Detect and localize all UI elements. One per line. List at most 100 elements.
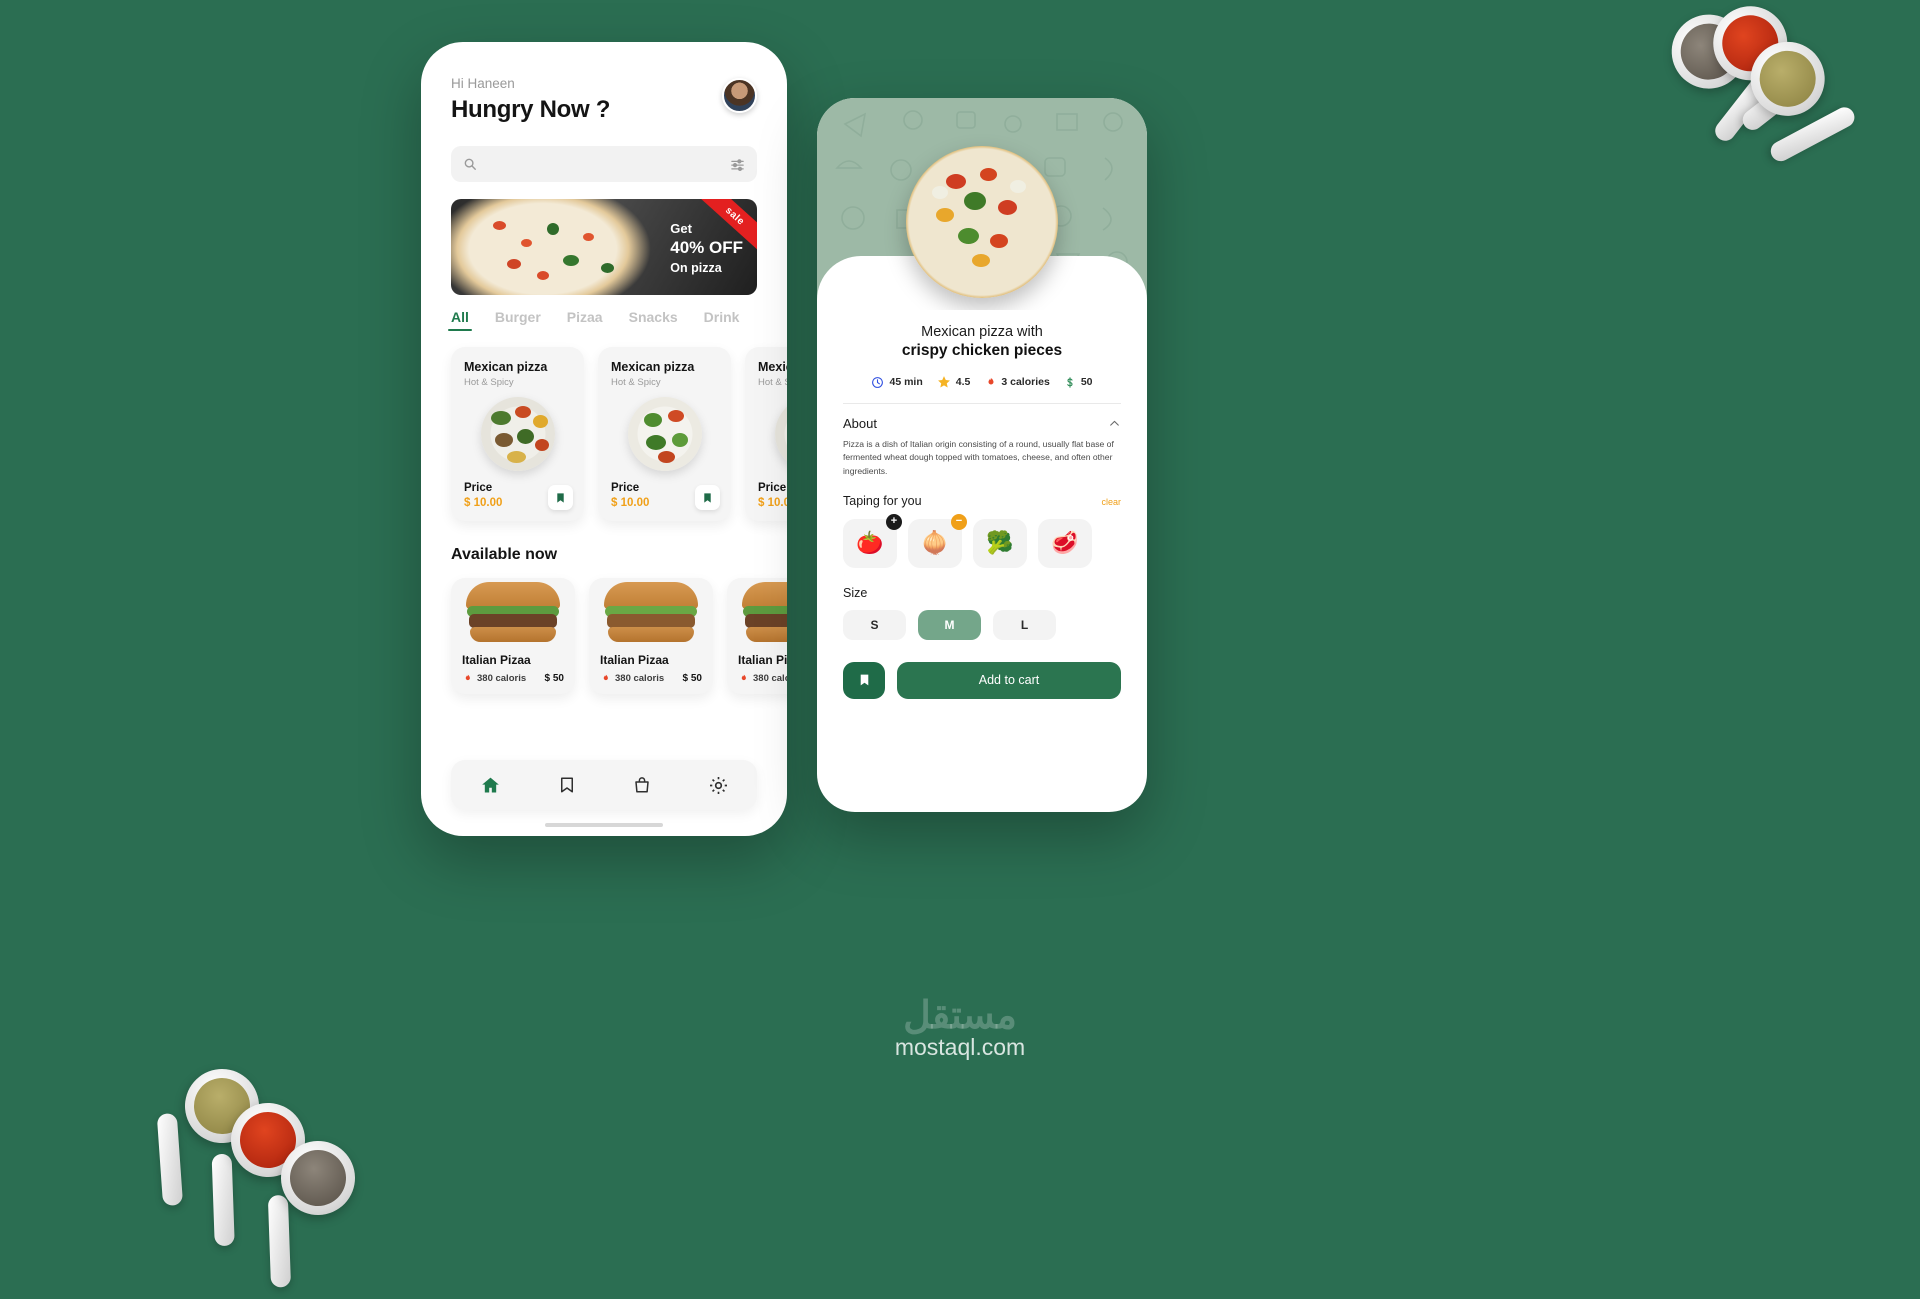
spoon-pepper — [1661, 4, 1784, 145]
topping-meat[interactable]: 🥩 — [1038, 518, 1092, 568]
available-carousel[interactable]: Italian Pizaa 380 caloris $ 50 Italian P… — [451, 578, 787, 694]
food-card-title: Mexican pizza — [758, 360, 787, 374]
bookmark-icon — [860, 675, 868, 686]
tab-drink[interactable]: Drink — [704, 309, 740, 331]
filter-sliders-icon[interactable] — [730, 157, 745, 172]
tomato-icon: 🍅 — [856, 530, 884, 556]
add-topping-badge[interactable]: + — [886, 513, 902, 530]
available-card-title: Italian Pizaa — [462, 653, 531, 667]
spoon-paprika — [1707, 0, 1824, 134]
detail-body: Mexican pizza with crispy chicken pieces… — [817, 324, 1147, 699]
available-card-price: $ 50 — [544, 673, 564, 684]
food-card-title: Mexican pizza — [464, 360, 548, 374]
available-card-calories: 380 caloris — [477, 673, 527, 684]
size-option-m[interactable]: M — [918, 609, 981, 640]
available-card-title: Italian Pizaa — [738, 653, 787, 667]
food-card[interactable]: Mexican pizza Hot & Spicy Price $ 10.00 — [451, 347, 584, 521]
home-indicator — [545, 823, 663, 827]
available-card-meta: 380 caloris $ 50 — [462, 673, 564, 684]
bookmark-icon — [704, 492, 711, 503]
phone-home-screen: Hi Haneen Hungry Now ? Get 40% OFF On pi… — [421, 42, 787, 836]
food-card[interactable]: Mexican pizza Hot & Spicy Price $ 10.00 — [598, 347, 731, 521]
available-card-meta: 380 caloris $ 50 — [600, 673, 702, 684]
promo-line-3: On pizza — [670, 261, 722, 275]
bookmark-button[interactable] — [695, 485, 720, 510]
food-card-subtitle: Hot & Spicy — [464, 377, 514, 388]
bookmark-icon[interactable] — [558, 775, 576, 795]
available-card-meta: 380 caloris $ 50 — [738, 673, 787, 684]
tab-snacks[interactable]: Snacks — [629, 309, 678, 331]
gear-icon[interactable] — [708, 775, 729, 796]
food-card-subtitle: Hot & Spicy — [758, 377, 787, 388]
food-card-image — [480, 397, 555, 471]
canvas: Hi Haneen Hungry Now ? Get 40% OFF On pi… — [0, 0, 1920, 1288]
available-card-price: $ 50 — [682, 673, 702, 684]
tab-burger[interactable]: Burger — [495, 309, 541, 331]
avatar[interactable] — [722, 78, 757, 113]
available-card[interactable]: Italian Pizaa 380 caloris $ 50 — [451, 578, 575, 694]
greeting-text: Hi Haneen — [451, 76, 515, 91]
flame-icon — [603, 674, 608, 681]
detail-footer: Add to cart — [843, 661, 1121, 699]
dollar-icon — [1067, 376, 1073, 388]
available-card-calories: 380 caloris — [753, 673, 787, 684]
category-tabs: All Burger Pizaa Snacks Drink — [448, 309, 757, 331]
flame-icon — [988, 377, 994, 384]
tab-all[interactable]: All — [448, 309, 472, 331]
spoon-paprika-2 — [211, 1095, 313, 1247]
promo-banner[interactable]: Get 40% OFF On pizza sale — [451, 199, 757, 295]
onion-icon: 🧅 — [921, 530, 949, 556]
food-card-price: $ 10.00 — [758, 497, 787, 509]
save-button[interactable] — [843, 661, 885, 699]
search-icon — [464, 158, 476, 170]
flame-icon — [465, 674, 470, 681]
bookmark-button[interactable] — [548, 485, 573, 510]
watermark-arabic: مستقل — [903, 995, 1017, 1037]
tab-pizaa[interactable]: Pizaa — [567, 309, 603, 331]
add-to-cart-button[interactable]: Add to cart — [897, 661, 1121, 699]
available-card-image — [727, 582, 787, 644]
size-option-l[interactable]: L — [993, 609, 1056, 640]
bottom-tabbar — [451, 760, 757, 810]
food-card-price-label: Price — [758, 482, 787, 494]
meta-calories-value: 3 calories — [1001, 376, 1050, 388]
food-cards-carousel[interactable]: Mexican pizza Hot & Spicy Price $ 10.00 — [451, 347, 787, 521]
about-header[interactable]: About — [843, 416, 1121, 431]
size-option-s[interactable]: S — [843, 609, 906, 640]
star-icon — [937, 376, 950, 388]
food-card[interactable]: Mexican pizza Hot & Spicy Price $ 10.00 — [745, 347, 787, 521]
divider — [843, 403, 1121, 404]
dish-title-line-2: crispy chicken pieces — [901, 342, 1063, 359]
search-bar[interactable] — [451, 146, 757, 182]
meta-rating: 4.5 — [937, 375, 971, 389]
meta-time-value: 45 min — [889, 376, 923, 388]
remove-topping-badge[interactable]: − — [951, 513, 967, 530]
about-text: Pizza is a dish of Italian origin consis… — [843, 439, 1114, 476]
meta-price-value: 50 — [1080, 376, 1093, 388]
available-card-title: Italian Pizaa — [600, 653, 669, 667]
spoon-herbs — [1748, 39, 1858, 165]
clear-button[interactable]: clear — [1101, 497, 1121, 507]
broccoli-icon: 🥦 — [986, 530, 1014, 556]
bookmark-icon — [557, 492, 564, 503]
search-input[interactable] — [485, 157, 722, 171]
food-card-title: Mexican pizza — [611, 360, 695, 374]
topping-tomato[interactable]: 🍅 + — [843, 513, 902, 568]
taping-title: Taping for you — [843, 493, 922, 508]
chevron-up-icon[interactable] — [1108, 417, 1121, 430]
available-card[interactable]: Italian Pizaa 380 caloris $ 50 — [727, 578, 787, 694]
bag-icon[interactable] — [633, 775, 651, 795]
topping-broccoli[interactable]: 🥦 — [973, 518, 1027, 568]
phone-detail-screen: Mexican pizza with crispy chicken pieces… — [817, 98, 1147, 812]
meta-price: 50 — [1064, 376, 1093, 389]
hero-pizza-image — [906, 146, 1058, 298]
available-card[interactable]: Italian Pizaa 380 caloris $ 50 — [589, 578, 713, 694]
meta-rating-value: 4.5 — [955, 376, 971, 388]
meat-icon: 🥩 — [1051, 530, 1079, 556]
home-icon[interactable] — [480, 775, 501, 796]
flame-icon — [741, 674, 746, 681]
topping-onion[interactable]: 🧅 − — [908, 513, 967, 568]
detail-hero — [817, 98, 1147, 310]
food-card-image — [627, 397, 702, 471]
watermark: مستقل mostaql.com — [0, 993, 1920, 1061]
